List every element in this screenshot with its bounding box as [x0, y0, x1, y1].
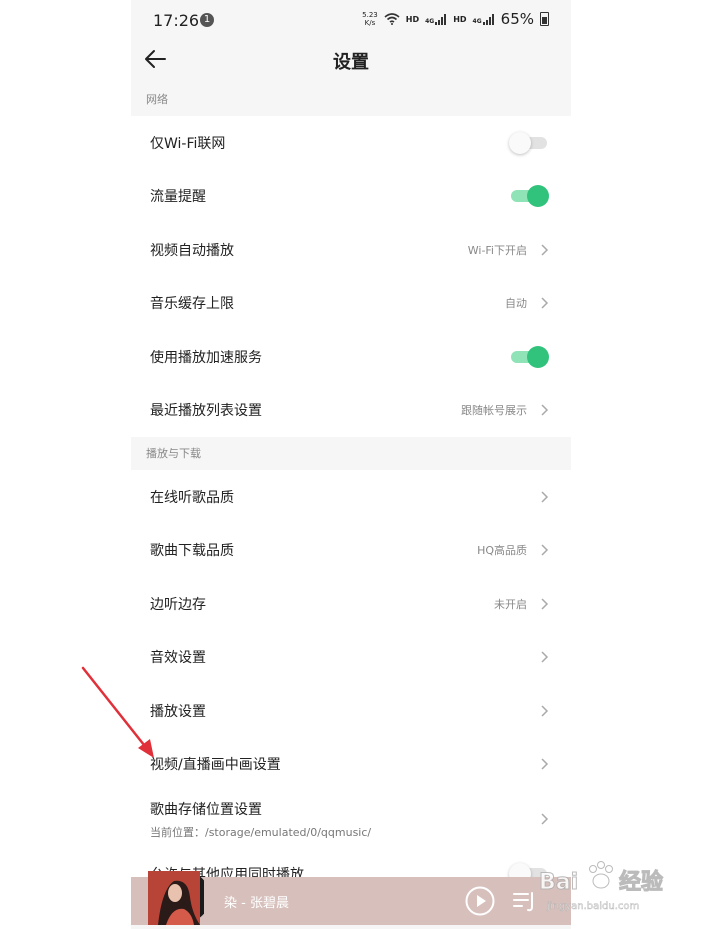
setting-cache-limit[interactable]: 音乐缓存上限 自动	[131, 277, 571, 331]
signal-icon-2: 4G	[473, 13, 495, 25]
storage-path: 当前位置：/storage/emulated/0/qqmusic/	[150, 825, 372, 839]
setting-label: 歌曲下载品质	[150, 543, 234, 560]
setting-label: 音效设置	[150, 650, 206, 667]
app-header: 设置	[131, 40, 571, 84]
chevron-right-icon	[541, 404, 549, 416]
setting-wifi-only[interactable]: 仅Wi-Fi联网	[131, 116, 571, 170]
setting-label: 播放设置	[150, 703, 206, 720]
setting-label: 流量提醒	[150, 189, 206, 206]
setting-value: Wi-Fi下开启	[467, 243, 527, 257]
setting-download-quality[interactable]: 歌曲下载品质 HQ高品质	[131, 524, 571, 578]
section-header-playback: 播放与下载	[146, 447, 201, 460]
setting-recent-playlist[interactable]: 最近播放列表设置 跟随帐号展示	[131, 384, 571, 438]
chevron-right-icon	[541, 758, 549, 770]
hd-label-2: HD	[453, 14, 467, 24]
svg-text:jingyan.baidu.com: jingyan.baidu.com	[546, 901, 639, 912]
wifi-icon	[384, 13, 400, 25]
network-speed: 5.23 K/s	[362, 11, 378, 27]
setting-label: 在线听歌品质	[150, 489, 234, 506]
setting-label: 歌曲存储位置设置	[150, 801, 262, 818]
setting-value: 自动	[505, 297, 527, 311]
chevron-right-icon	[541, 705, 549, 717]
battery-icon	[540, 12, 549, 26]
page-title: 设置	[333, 52, 369, 73]
setting-listen-and-save[interactable]: 边听边存 未开启	[131, 577, 571, 631]
data-alert-toggle[interactable]	[509, 185, 549, 208]
status-icons: 5.23 K/s HD 4G HD 4G 65%	[362, 10, 549, 28]
setting-sound-effects[interactable]: 音效设置	[131, 631, 571, 685]
setting-label: 边听边存	[150, 596, 206, 613]
chevron-right-icon	[541, 598, 549, 610]
paw-icon	[589, 861, 613, 889]
setting-playback-acceleration[interactable]: 使用播放加速服务	[131, 330, 571, 384]
setting-online-quality[interactable]: 在线听歌品质	[131, 470, 571, 524]
annotation-arrow-icon	[81, 666, 154, 758]
setting-label: 视频自动播放	[150, 242, 234, 259]
notification-badge: 1	[200, 13, 214, 27]
svg-text:经验: 经验	[619, 869, 663, 895]
baidu-watermark-logo: Bai 经验 jingyan.baidu.com	[539, 861, 664, 912]
setting-value: 未开启	[494, 597, 527, 611]
setting-label: 视频/直播画中画设置	[150, 757, 281, 774]
status-time: 17:26	[153, 11, 200, 30]
chevron-right-icon	[541, 491, 549, 503]
playback-acceleration-toggle[interactable]	[509, 345, 549, 368]
chevron-right-icon	[541, 544, 549, 556]
network-settings-group: 仅Wi-Fi联网 流量提醒 视频自动播放 Wi-Fi下开启 音乐缓存上限 自动 …	[131, 116, 571, 437]
section-header-network: 网络	[146, 93, 168, 106]
chevron-right-icon	[541, 244, 549, 256]
setting-label: 使用播放加速服务	[150, 349, 262, 366]
play-icon[interactable]	[464, 885, 496, 917]
setting-value: HQ高品质	[477, 544, 527, 558]
status-bar: 17:26 1 5.23 K/s HD 4G HD 4G 65%	[131, 0, 571, 40]
setting-label: 仅Wi-Fi联网	[150, 135, 226, 152]
setting-storage-location[interactable]: 歌曲存储位置设置 当前位置：/storage/emulated/0/qqmusi…	[131, 791, 571, 847]
setting-label: 最近播放列表设置	[150, 403, 262, 420]
setting-playback[interactable]: 播放设置	[131, 684, 571, 738]
album-art[interactable]	[148, 869, 204, 925]
mini-player[interactable]: 染 - 张碧晨	[131, 871, 571, 925]
playback-settings-group: 在线听歌品质 歌曲下载品质 HQ高品质 边听边存 未开启 音效设置 播放设置 视…	[131, 470, 571, 901]
chevron-right-icon	[541, 813, 549, 825]
now-playing-title: 染 - 张碧晨	[224, 896, 289, 911]
phone-screen: 17:26 1 5.23 K/s HD 4G HD 4G 65% 设置 网络 仅…	[131, 0, 571, 929]
setting-value: 跟随帐号展示	[461, 404, 527, 418]
setting-picture-in-picture[interactable]: 视频/直播画中画设置	[131, 738, 571, 792]
setting-video-autoplay[interactable]: 视频自动播放 Wi-Fi下开启	[131, 223, 571, 277]
chevron-right-icon	[541, 651, 549, 663]
signal-icon-1: 4G	[425, 13, 447, 25]
svg-text:Bai: Bai	[539, 870, 578, 895]
setting-label: 音乐缓存上限	[150, 296, 234, 313]
playlist-icon[interactable]	[511, 888, 537, 914]
battery-percent: 65%	[500, 10, 534, 28]
wifi-only-toggle[interactable]	[509, 131, 549, 154]
hd-label-1: HD	[405, 14, 420, 24]
chevron-right-icon	[541, 297, 549, 309]
setting-data-alert[interactable]: 流量提醒	[131, 170, 571, 224]
